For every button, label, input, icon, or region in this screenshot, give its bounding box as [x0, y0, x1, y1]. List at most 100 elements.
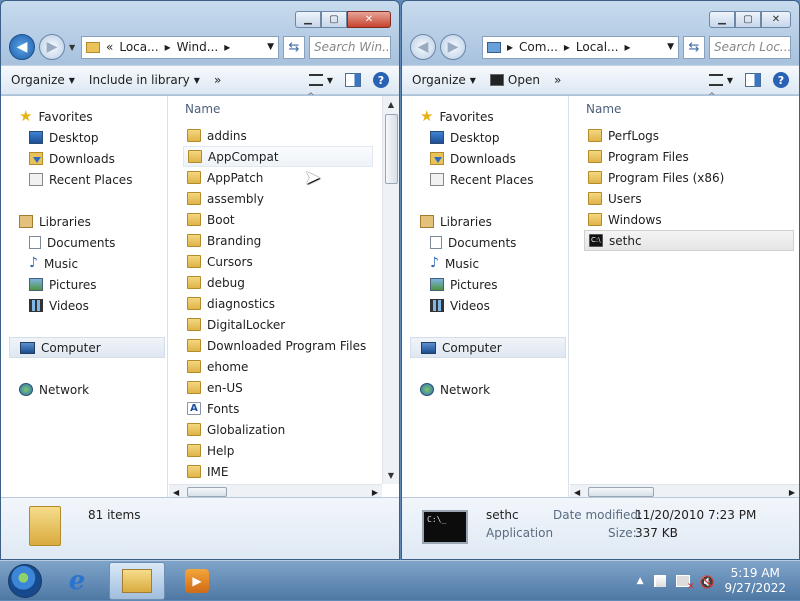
- file-item[interactable]: IME: [183, 461, 399, 482]
- nav-downloads[interactable]: Downloads: [1, 148, 167, 169]
- nav-favorites[interactable]: ★ Favorites: [1, 106, 167, 127]
- breadcrumb-local-disk[interactable]: Local...: [576, 40, 619, 54]
- refresh-button[interactable]: ⇆: [683, 35, 705, 59]
- file-item[interactable]: Globalization: [183, 419, 399, 440]
- more-commands-button[interactable]: »: [554, 73, 561, 87]
- scroll-thumb[interactable]: [588, 487, 654, 497]
- maximize-button[interactable]: ▢: [321, 11, 347, 28]
- file-item[interactable]: Help: [183, 440, 399, 461]
- file-item[interactable]: Users: [584, 188, 799, 209]
- nav-downloads[interactable]: Downloads: [402, 148, 568, 169]
- breadcrumb-windows[interactable]: Wind...: [177, 40, 219, 54]
- change-view-button[interactable]: ▼: [308, 74, 333, 86]
- clock[interactable]: 5:19 AM 9/27/2022: [724, 566, 786, 596]
- file-item[interactable]: Boot: [183, 209, 399, 230]
- minimize-button[interactable]: ▁: [709, 11, 735, 28]
- nav-computer[interactable]: Computer: [410, 337, 566, 358]
- nav-music[interactable]: ♪ Music: [402, 253, 568, 274]
- nav-videos[interactable]: Videos: [402, 295, 568, 316]
- file-item[interactable]: AppPatch: [183, 167, 399, 188]
- minimize-button[interactable]: ▁: [295, 11, 321, 28]
- nav-pictures[interactable]: Pictures: [1, 274, 167, 295]
- address-dropdown-icon[interactable]: ▼: [667, 42, 674, 52]
- file-item[interactable]: DigitalLocker: [183, 314, 399, 335]
- file-item[interactable]: A Fonts: [183, 398, 399, 419]
- organize-button[interactable]: Organize ▼: [11, 73, 75, 87]
- file-item[interactable]: AppCompat: [183, 146, 373, 167]
- search-input[interactable]: Search Loc... ⚲: [709, 35, 791, 59]
- file-item-selected[interactable]: C:\ sethc: [584, 230, 794, 251]
- nav-videos[interactable]: Videos: [1, 295, 167, 316]
- nav-documents[interactable]: Documents: [402, 232, 568, 253]
- breadcrumb-separator-icon[interactable]: ▸: [224, 40, 230, 54]
- change-view-button[interactable]: ▼: [708, 74, 733, 86]
- nav-pictures[interactable]: Pictures: [402, 274, 568, 295]
- preview-pane-icon[interactable]: [345, 73, 361, 87]
- file-item[interactable]: Cursors: [183, 251, 399, 272]
- file-item[interactable]: PerfLogs: [584, 125, 799, 146]
- show-hidden-icons[interactable]: ▲: [637, 576, 644, 586]
- breadcrumb-separator-icon[interactable]: ▸: [624, 40, 630, 54]
- nav-computer[interactable]: Computer: [9, 337, 165, 358]
- scroll-thumb[interactable]: [385, 114, 398, 184]
- vertical-scrollbar[interactable]: ▲ ▼: [382, 96, 399, 484]
- file-item[interactable]: Program Files (x86): [584, 167, 799, 188]
- include-in-library-button[interactable]: Include in library ▼: [89, 73, 200, 87]
- nav-recent-places[interactable]: Recent Places: [1, 169, 167, 190]
- nav-music[interactable]: ♪ Music: [1, 253, 167, 274]
- action-center-icon[interactable]: [653, 574, 666, 587]
- nav-documents[interactable]: Documents: [1, 232, 167, 253]
- help-icon[interactable]: ?: [373, 72, 389, 88]
- open-button[interactable]: Open: [489, 73, 540, 87]
- forward-button[interactable]: ▶: [440, 34, 466, 60]
- nav-libraries[interactable]: Libraries: [1, 211, 167, 232]
- file-item[interactable]: ehome: [183, 356, 399, 377]
- address-bar[interactable]: « Loca... ▸ Wind... ▸ ▼: [81, 35, 279, 59]
- file-item[interactable]: addins: [183, 125, 399, 146]
- file-item[interactable]: Downloaded Program Files: [183, 335, 399, 356]
- scroll-down-icon[interactable]: ▼: [383, 467, 399, 484]
- nav-recent-places[interactable]: Recent Places: [402, 169, 568, 190]
- file-item[interactable]: diagnostics: [183, 293, 399, 314]
- scroll-thumb[interactable]: [187, 487, 227, 497]
- network-status-icon[interactable]: [675, 574, 695, 592]
- search-input[interactable]: Search Win... ⚲: [309, 35, 391, 59]
- scroll-right-icon[interactable]: ▶: [789, 488, 795, 497]
- volume-icon[interactable]: 🔇: [700, 575, 715, 589]
- file-item[interactable]: assembly: [183, 188, 399, 209]
- scroll-right-icon[interactable]: ▶: [372, 488, 378, 497]
- overflow-chevron-icon[interactable]: «: [106, 40, 113, 54]
- recent-pages-dropdown[interactable]: ▼: [69, 43, 77, 52]
- taskbar-media-player[interactable]: ▶: [169, 562, 225, 600]
- nav-desktop[interactable]: Desktop: [1, 127, 167, 148]
- nav-favorites[interactable]: ★ Favorites: [402, 106, 568, 127]
- start-button[interactable]: [5, 561, 45, 601]
- file-item[interactable]: Branding: [183, 230, 399, 251]
- forward-button[interactable]: ▶: [39, 34, 65, 60]
- scroll-left-icon[interactable]: ◀: [173, 488, 179, 497]
- file-item[interactable]: debug: [183, 272, 399, 293]
- file-item[interactable]: Windows: [584, 209, 799, 230]
- nav-network[interactable]: Network: [402, 379, 568, 400]
- close-button[interactable]: ✕: [347, 11, 391, 28]
- organize-button[interactable]: Organize ▼: [412, 73, 476, 87]
- column-header-name[interactable]: Name: [570, 92, 799, 122]
- breadcrumb-separator-icon[interactable]: ▸: [507, 40, 513, 54]
- breadcrumb-separator-icon[interactable]: ▸: [564, 40, 570, 54]
- scroll-up-icon[interactable]: ▲: [383, 96, 399, 113]
- preview-pane-icon[interactable]: [745, 73, 761, 87]
- nav-libraries[interactable]: Libraries: [402, 211, 568, 232]
- maximize-button[interactable]: ▢: [735, 11, 761, 28]
- taskbar-windows-explorer[interactable]: [109, 561, 165, 600]
- taskbar-internet-explorer[interactable]: e: [49, 562, 105, 600]
- help-icon[interactable]: ?: [773, 72, 789, 88]
- breadcrumb-separator-icon[interactable]: ▸: [165, 40, 171, 54]
- more-commands-button[interactable]: »: [214, 73, 221, 87]
- breadcrumb-local-disk[interactable]: Loca...: [119, 40, 158, 54]
- nav-network[interactable]: Network: [1, 379, 167, 400]
- column-header-name[interactable]: Name: [169, 92, 399, 122]
- back-button[interactable]: ◀: [410, 34, 436, 60]
- back-button[interactable]: ◀: [9, 34, 35, 60]
- file-item[interactable]: en-US: [183, 377, 399, 398]
- refresh-button[interactable]: ⇆: [283, 35, 305, 59]
